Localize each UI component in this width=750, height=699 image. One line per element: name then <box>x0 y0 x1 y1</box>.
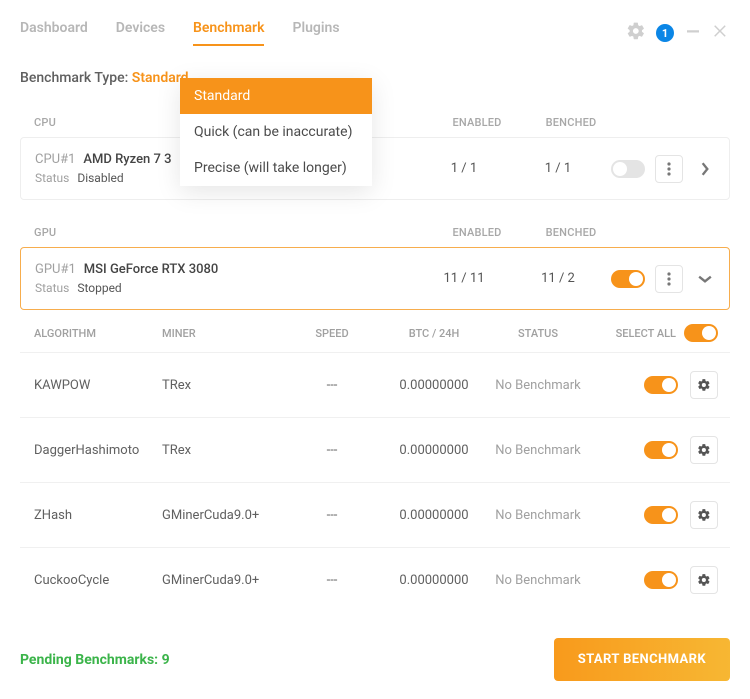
algo-settings-button[interactable] <box>690 436 718 464</box>
gpu-status-value: Stopped <box>77 281 121 295</box>
algo-settings-button[interactable] <box>690 501 718 529</box>
algo-toggle[interactable] <box>644 376 678 394</box>
cpu-status-value: Disabled <box>77 171 123 185</box>
minimize-icon[interactable] <box>684 22 702 44</box>
algo-status: No Benchmark <box>486 508 590 523</box>
header-benched: BENCHED <box>518 226 624 239</box>
header-miner: MINER <box>162 327 282 340</box>
algo-name: ZHash <box>34 508 162 523</box>
algo-toggle[interactable] <box>644 506 678 524</box>
gpu-name: MSI GeForce RTX 3080 <box>84 262 219 277</box>
select-all-toggle[interactable] <box>684 324 718 342</box>
algo-miner: GMinerCuda9.0+ <box>162 508 282 523</box>
algo-status: No Benchmark <box>486 443 590 458</box>
header-algorithm: ALGORITHM <box>34 327 162 340</box>
cpu-enabled: 1 / 1 <box>423 161 505 176</box>
tab-dashboard[interactable]: Dashboard <box>20 20 88 46</box>
algorithm-row: DaggerHashimotoTRex---0.00000000No Bench… <box>20 417 730 482</box>
nav-tabs: Dashboard Devices Benchmark Plugins <box>20 20 340 46</box>
start-benchmark-button[interactable]: START BENCHMARK <box>554 638 730 681</box>
main-content: CPU ENABLED BENCHED CPU#1 AMD Ryzen 7 3 … <box>20 106 730 699</box>
algo-toggle[interactable] <box>644 571 678 589</box>
header-status: STATUS <box>486 327 590 340</box>
algorithm-row: CuckooCycleGMinerCuda9.0+---0.00000000No… <box>20 547 730 612</box>
algo-speed: --- <box>282 508 382 523</box>
header-enabled: ENABLED <box>436 116 518 129</box>
cpu-device-card: CPU#1 AMD Ryzen 7 3 Status Disabled 1 / … <box>20 137 730 200</box>
app: Dashboard Devices Benchmark Plugins 1 Bench… <box>0 0 750 699</box>
header-enabled: ENABLED <box>436 226 518 239</box>
cpu-status-label: Status <box>35 171 69 185</box>
gpu-device-card: GPU#1 MSI GeForce RTX 3080 Status Stoppe… <box>20 247 730 310</box>
tab-benchmark[interactable]: Benchmark <box>193 20 264 46</box>
cpu-benched: 1 / 1 <box>505 161 611 176</box>
dropdown-option[interactable]: Quick (can be inaccurate) <box>180 114 372 150</box>
gpu-menu-button[interactable] <box>655 265 683 293</box>
algorithm-row: ZHashGMinerCuda9.0+---0.00000000No Bench… <box>20 482 730 547</box>
algo-speed: --- <box>282 573 382 588</box>
settings-icon[interactable] <box>626 21 646 45</box>
algo-toggle[interactable] <box>644 441 678 459</box>
gpu-label: GPU <box>34 226 436 239</box>
algo-status: No Benchmark <box>486 378 590 393</box>
header-btc: BTC / 24H <box>382 327 486 340</box>
algo-settings-button[interactable] <box>690 371 718 399</box>
benchmark-type-dropdown[interactable]: StandardQuick (can be inaccurate)Precise… <box>180 78 372 186</box>
algo-speed: --- <box>282 378 382 393</box>
gpu-toggle[interactable] <box>611 270 645 288</box>
benchmark-type-row: Benchmark Type: Standard <box>20 70 730 86</box>
notification-badge[interactable]: 1 <box>656 24 674 42</box>
algo-name: CuckooCycle <box>34 573 162 588</box>
cpu-tag: CPU#1 <box>35 152 75 167</box>
algo-name: KAWPOW <box>34 378 162 393</box>
cpu-section-header: CPU ENABLED BENCHED <box>20 106 730 137</box>
close-icon[interactable] <box>712 22 730 44</box>
tab-plugins[interactable]: Plugins <box>292 20 339 46</box>
dropdown-option[interactable]: Precise (will take longer) <box>180 150 372 186</box>
algorithm-table-body: KAWPOWTRex---0.00000000No BenchmarkDagge… <box>20 352 730 612</box>
algo-speed: --- <box>282 443 382 458</box>
algo-name: DaggerHashimoto <box>34 443 162 458</box>
cpu-menu-button[interactable] <box>655 155 683 183</box>
footer: Pending Benchmarks: 9 START BENCHMARK <box>20 638 730 699</box>
algo-btc: 0.00000000 <box>382 378 486 393</box>
header-benched: BENCHED <box>518 116 624 129</box>
dropdown-option[interactable]: Standard <box>180 78 372 114</box>
algo-btc: 0.00000000 <box>382 573 486 588</box>
algo-status: No Benchmark <box>486 573 590 588</box>
header-select-all: SELECT ALL <box>616 327 676 340</box>
gpu-benched: 11 / 2 <box>505 271 611 286</box>
cpu-expand-icon[interactable] <box>693 162 717 176</box>
gpu-enabled: 11 / 11 <box>423 271 505 286</box>
topbar: Dashboard Devices Benchmark Plugins 1 <box>20 20 730 46</box>
algorithm-row: KAWPOWTRex---0.00000000No Benchmark <box>20 352 730 417</box>
window-controls: 1 <box>626 21 730 45</box>
gpu-collapse-icon[interactable] <box>693 274 717 284</box>
cpu-name: AMD Ryzen 7 3 <box>83 152 171 167</box>
tab-devices[interactable]: Devices <box>116 20 165 46</box>
header-speed: SPEED <box>282 327 382 340</box>
algo-miner: TRex <box>162 443 282 458</box>
algorithm-table-header: ALGORITHM MINER SPEED BTC / 24H STATUS S… <box>20 310 730 352</box>
gpu-section-header: GPU ENABLED BENCHED <box>20 216 730 247</box>
algo-btc: 0.00000000 <box>382 508 486 523</box>
gpu-tag: GPU#1 <box>35 262 76 277</box>
algo-miner: TRex <box>162 378 282 393</box>
cpu-toggle[interactable] <box>611 160 645 178</box>
algo-btc: 0.00000000 <box>382 443 486 458</box>
algo-settings-button[interactable] <box>690 566 718 594</box>
gpu-device-info: GPU#1 MSI GeForce RTX 3080 Status Stoppe… <box>35 262 423 295</box>
benchmark-type-label: Benchmark Type: <box>20 70 128 86</box>
pending-benchmarks: Pending Benchmarks: 9 <box>20 652 170 668</box>
algo-miner: GMinerCuda9.0+ <box>162 573 282 588</box>
gpu-status-label: Status <box>35 281 69 295</box>
